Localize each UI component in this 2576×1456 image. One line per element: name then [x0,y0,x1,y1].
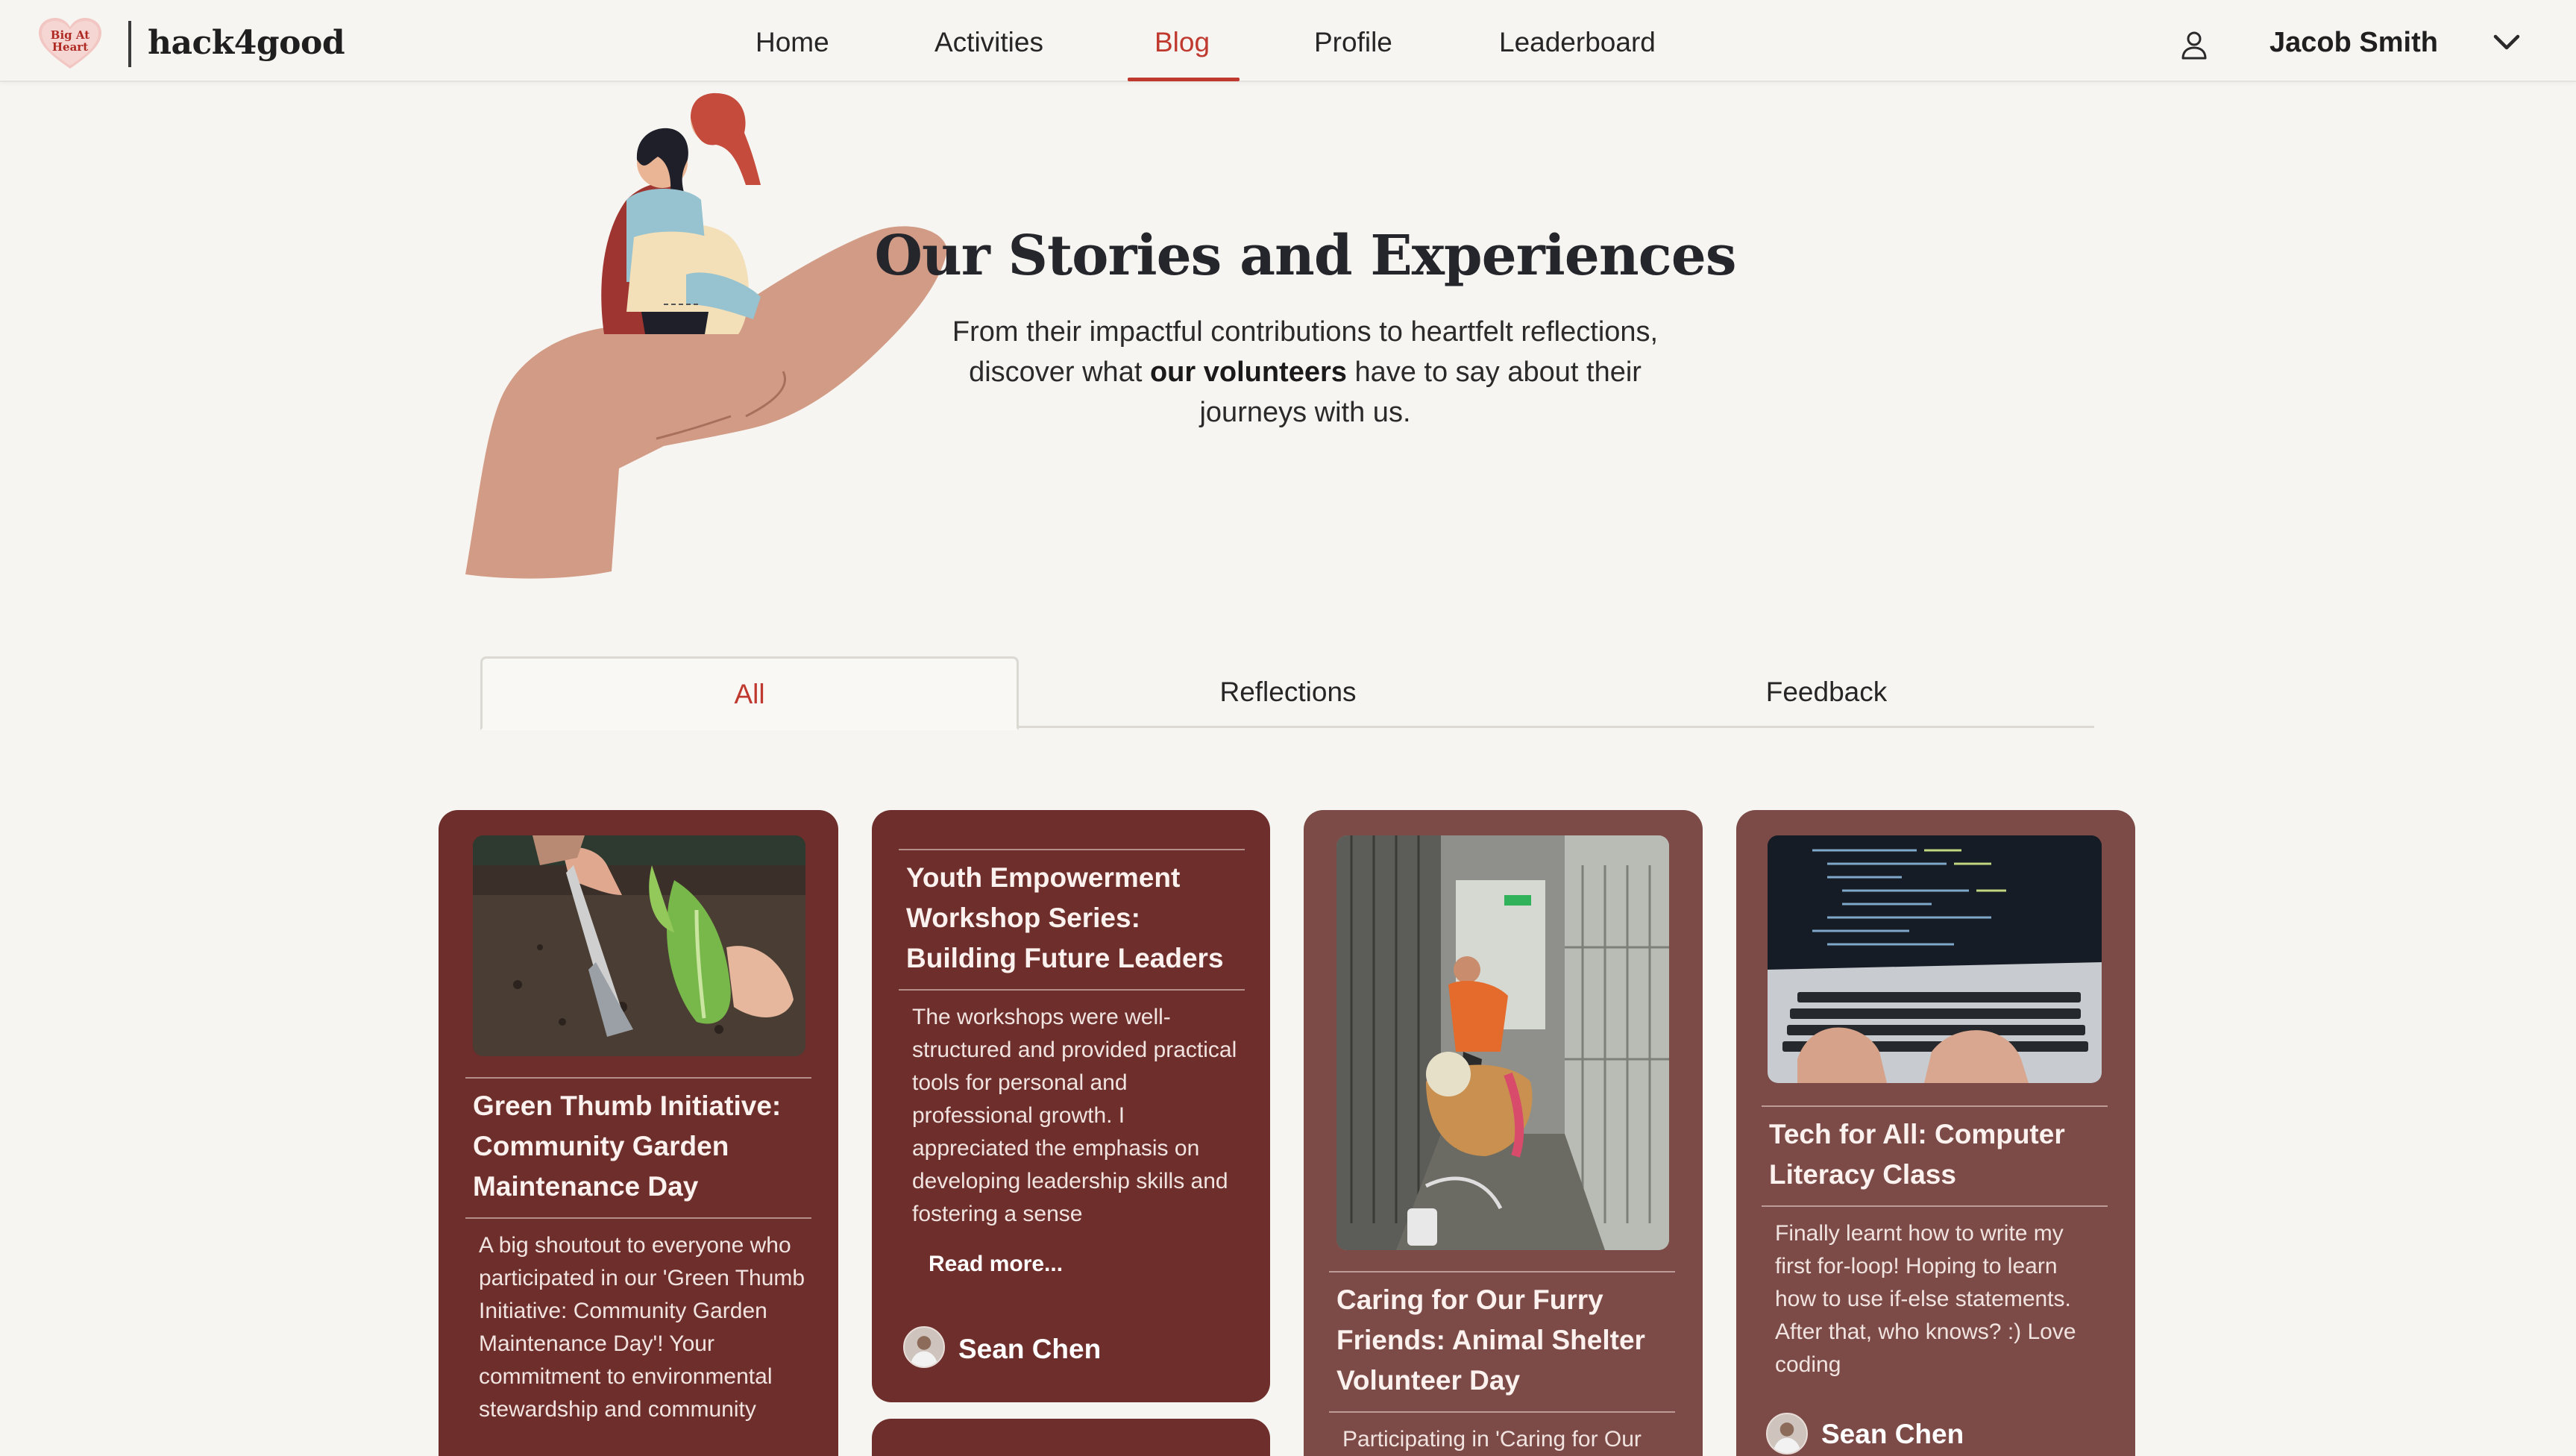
nav-activities[interactable]: Activities [934,27,1043,58]
card-divider [1329,1271,1675,1273]
nav-active-indicator [1128,78,1240,81]
card-body: The workshops were well-structured and p… [912,1005,1237,1226]
card-title[interactable]: Tech for All: Computer Literacy Class [1769,1114,2112,1195]
top-navbar: Big At Heart hack4good Home Activities B… [0,0,2576,82]
blog-card[interactable] [872,1419,1270,1456]
blog-card[interactable]: Tech for All: Computer Literacy Class Fi… [1736,810,2135,1456]
blog-card[interactable]: Caring for Our Furry Friends: Animal She… [1304,810,1703,1456]
card-title[interactable]: Youth Empowerment Workshop Series: Build… [906,858,1249,979]
laptop-coding-photo [1768,835,2102,1083]
card-title[interactable]: Caring for Our Furry Friends: Animal She… [1336,1280,1680,1401]
read-more-link[interactable]: Read more... [929,1252,1063,1277]
hero-subtitle-bold: our volunteers [1149,357,1347,388]
avatar [1766,1413,1808,1455]
hero-title: Our Stories and Experiences [874,224,1737,288]
blog-filter-tabs: All Reflections Feedback [480,656,2096,730]
card-body: A big shoutout to everyone who participa… [479,1233,805,1422]
chevron-down-icon[interactable] [2492,33,2521,52]
nav-home[interactable]: Home [755,27,829,58]
card-divider [899,989,1245,991]
hand-holding-people-illustration [465,92,947,579]
logo-divider [128,21,131,67]
brand-name[interactable]: hack4good [148,24,345,62]
card-author: Sean Chen [958,1334,1102,1364]
card-divider [1762,1205,2108,1207]
nav-leaderboard[interactable]: Leaderboard [1499,27,1656,58]
logo-text-line2: Heart [52,40,88,54]
nav-blog[interactable]: Blog [1155,27,1210,58]
user-name[interactable]: Jacob Smith [2269,27,2438,59]
blog-card[interactable]: Green Thumb Initiative: Community Garden… [439,810,838,1456]
card-divider [465,1217,811,1219]
animal-shelter-photo [1336,835,1669,1250]
card-body: Participating in 'Caring for Our [1342,1427,1642,1452]
big-at-heart-logo[interactable]: Big At Heart [36,16,104,70]
tab-feedback[interactable]: Feedback [1557,656,2096,728]
card-divider [1762,1105,2108,1107]
card-divider [899,849,1245,850]
card-body: Finally learnt how to write my first for… [1775,1221,2076,1377]
tab-reflections[interactable]: Reflections [1019,656,1557,728]
tab-all[interactable]: All [480,656,1019,730]
avatar [903,1326,945,1368]
card-title[interactable]: Green Thumb Initiative: Community Garden… [473,1086,816,1207]
card-author: Sean Chen [1821,1419,1964,1449]
nav-profile[interactable]: Profile [1314,27,1392,58]
gardening-photo [473,835,805,1056]
blog-card[interactable]: Youth Empowerment Workshop Series: Build… [872,810,1270,1402]
card-divider [465,1077,811,1079]
user-icon[interactable] [2179,30,2209,60]
card-divider [1329,1411,1675,1413]
hero-subtitle: From their impactful contributions to he… [932,312,1678,433]
